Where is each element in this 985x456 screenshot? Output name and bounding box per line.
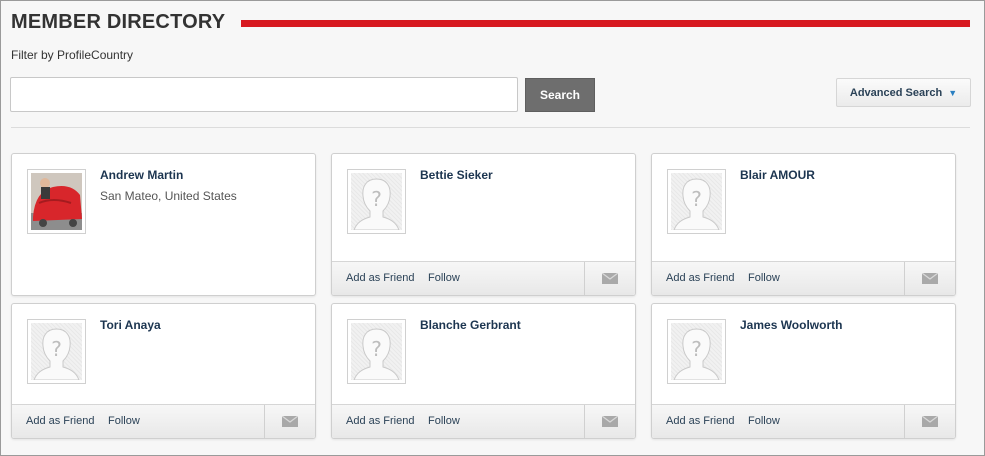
- silhouette-icon: ?: [353, 178, 400, 230]
- card-actions: Add as Friend Follow: [652, 261, 955, 295]
- member-card: ? Blanche Gerbrant Add as Friend Follow: [331, 303, 636, 439]
- filter-label: Filter by ProfileCountry: [11, 48, 134, 62]
- message-button[interactable]: [584, 262, 635, 295]
- card-actions: Add as Friend Follow: [332, 261, 635, 295]
- silhouette-icon: ?: [673, 328, 720, 380]
- member-name[interactable]: Bettie Sieker: [420, 168, 493, 182]
- envelope-icon: [602, 273, 618, 284]
- card-actions: Add as Friend Follow: [12, 404, 315, 438]
- member-card: ? Blair AMOUR Add as Friend Follow: [651, 153, 956, 296]
- follow-link[interactable]: Follow: [748, 415, 780, 427]
- avatar[interactable]: ?: [667, 169, 726, 234]
- member-location: San Mateo, United States: [100, 189, 237, 203]
- member-name[interactable]: Blanche Gerbrant: [420, 318, 521, 332]
- add-friend-link[interactable]: Add as Friend: [666, 272, 734, 284]
- envelope-icon: [922, 416, 938, 427]
- svg-text:?: ?: [51, 337, 62, 361]
- advanced-search-button[interactable]: Advanced Search ▼: [836, 78, 971, 107]
- avatar[interactable]: ?: [347, 319, 406, 384]
- svg-text:?: ?: [691, 187, 702, 211]
- svg-text:?: ?: [371, 337, 382, 361]
- envelope-icon: [922, 273, 938, 284]
- silhouette-icon: ?: [673, 178, 720, 230]
- member-name[interactable]: Blair AMOUR: [740, 168, 815, 182]
- member-card: ? Tori Anaya Add as Friend Follow: [11, 303, 316, 439]
- triangle-down-icon: ▼: [948, 87, 958, 98]
- member-name[interactable]: James Woolworth: [740, 318, 842, 332]
- envelope-icon: [282, 416, 298, 427]
- follow-link[interactable]: Follow: [108, 415, 140, 427]
- follow-link[interactable]: Follow: [428, 415, 460, 427]
- member-name[interactable]: Andrew Martin: [100, 168, 183, 182]
- page-header: MEMBER DIRECTORY: [11, 9, 970, 35]
- add-friend-link[interactable]: Add as Friend: [346, 415, 414, 427]
- member-card: ? Bettie Sieker Add as Friend Follow: [331, 153, 636, 296]
- search-input[interactable]: [10, 77, 518, 112]
- message-button[interactable]: [584, 405, 635, 438]
- member-photo-icon: [31, 173, 82, 230]
- avatar[interactable]: ?: [347, 169, 406, 234]
- add-friend-link[interactable]: Add as Friend: [26, 415, 94, 427]
- avatar[interactable]: [27, 169, 86, 234]
- member-name[interactable]: Tori Anaya: [100, 318, 161, 332]
- svg-text:?: ?: [691, 337, 702, 361]
- follow-link[interactable]: Follow: [748, 272, 780, 284]
- avatar[interactable]: ?: [27, 319, 86, 384]
- envelope-icon: [602, 416, 618, 427]
- card-actions: Add as Friend Follow: [332, 404, 635, 438]
- search-button[interactable]: Search: [525, 78, 595, 112]
- message-button[interactable]: [904, 262, 955, 295]
- add-friend-link[interactable]: Add as Friend: [346, 272, 414, 284]
- message-button[interactable]: [264, 405, 315, 438]
- silhouette-icon: ?: [353, 328, 400, 380]
- follow-link[interactable]: Follow: [428, 272, 460, 284]
- advanced-search-label: Advanced Search: [849, 86, 943, 99]
- member-card: ? James Woolworth Add as Friend Follow: [651, 303, 956, 439]
- svg-text:?: ?: [371, 187, 382, 211]
- add-friend-link[interactable]: Add as Friend: [666, 415, 734, 427]
- message-button[interactable]: [904, 405, 955, 438]
- title-accent-rule: [241, 19, 970, 27]
- member-card: Andrew Martin San Mateo, United States: [11, 153, 316, 296]
- silhouette-icon: ?: [33, 328, 80, 380]
- card-actions: Add as Friend Follow: [652, 404, 955, 438]
- member-grid: Andrew Martin San Mateo, United States ?…: [11, 153, 961, 443]
- page-title: MEMBER DIRECTORY: [11, 10, 226, 33]
- avatar[interactable]: ?: [667, 319, 726, 384]
- divider: [11, 127, 970, 128]
